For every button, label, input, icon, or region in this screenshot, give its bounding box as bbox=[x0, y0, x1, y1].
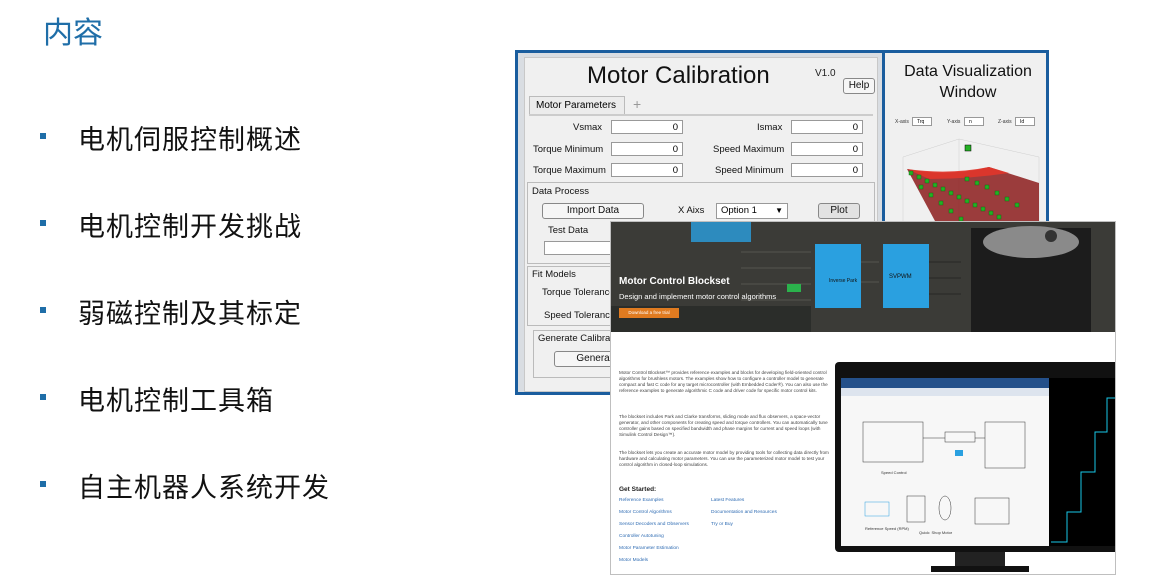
version-label: V1.0 bbox=[815, 68, 836, 79]
svpwm-label: SVPWM bbox=[889, 274, 912, 280]
torque-max-field[interactable]: 0 bbox=[611, 163, 683, 177]
torque-min-label: Torque Minimum bbox=[533, 144, 604, 155]
viz-x-axis-select[interactable]: Trq bbox=[912, 117, 932, 126]
monitor-image: Speed Control Reference Speed (RPM) Quic… bbox=[835, 362, 1115, 572]
slide-title: 内容 bbox=[43, 16, 103, 51]
speed-min-field[interactable]: 0 bbox=[791, 163, 863, 177]
link-documentation[interactable]: Documentation and Resources bbox=[711, 510, 777, 515]
hero-subtitle: Design and implement motor control algor… bbox=[619, 292, 777, 301]
agenda-item: 电机控制开发挑战 bbox=[40, 205, 330, 292]
free-trial-button[interactable]: Download a free trial bbox=[619, 308, 679, 318]
agenda-item: 自主机器人系统开发 bbox=[40, 466, 330, 553]
hero-title: Motor Control Blockset bbox=[619, 276, 730, 287]
tab-strip bbox=[529, 114, 873, 116]
chevron-down-icon: ▼ bbox=[775, 206, 783, 215]
link-sensor-decoders[interactable]: Sensor Decoders and Observers bbox=[619, 522, 689, 527]
help-button[interactable]: Help bbox=[843, 78, 875, 94]
x-axis-select[interactable]: Option 1 ▼ bbox=[716, 203, 788, 219]
viz-title: Data Visualization Window bbox=[904, 63, 1032, 101]
vsmax-label: Vsmax bbox=[573, 122, 603, 133]
link-motor-parameter-estimation[interactable]: Motor Parameter Estimation bbox=[619, 546, 679, 551]
agenda-item: 电机伺服控制概述 bbox=[40, 118, 330, 205]
torque-max-label: Torque Maximum bbox=[533, 165, 606, 176]
reference-speed-label: Reference Speed (RPM) bbox=[865, 526, 909, 531]
viz-z-axis-select[interactable]: Id bbox=[1015, 117, 1035, 126]
app-title: Motor Calibration bbox=[587, 62, 770, 89]
link-try-or-buy[interactable]: Try or Buy bbox=[711, 522, 733, 527]
test-data-field[interactable] bbox=[544, 241, 614, 255]
agenda-item-label: 电机控制开发挑战 bbox=[78, 212, 302, 243]
description-paragraph-3: The blockset lets you create an accurate… bbox=[619, 450, 829, 467]
agenda-list: 电机伺服控制概述 电机控制开发挑战 弱磁控制及其标定 电机控制工具箱 自主机器人… bbox=[40, 118, 330, 553]
agenda-item-label: 电机控制工具箱 bbox=[78, 386, 274, 417]
fit-models-title: Fit Models bbox=[532, 269, 576, 280]
speed-min-label: Speed Minimum bbox=[715, 165, 784, 176]
agenda-item: 电机控制工具箱 bbox=[40, 379, 330, 466]
bullet-icon bbox=[40, 133, 46, 139]
link-controller-autotuning[interactable]: Controller Autotuning bbox=[619, 534, 664, 539]
blockset-webpage: Inverse Park SVPWM Motor Control Blockse… bbox=[610, 221, 1116, 575]
vsmax-field[interactable]: 0 bbox=[611, 120, 683, 134]
add-tab-icon[interactable]: + bbox=[633, 96, 641, 112]
import-data-button[interactable]: Import Data bbox=[542, 203, 644, 219]
description-paragraph-2: The blockset includes Park and Clarke tr… bbox=[619, 414, 828, 437]
test-data-label: Test Data bbox=[548, 225, 589, 236]
x-axis-label: X Aixs bbox=[678, 205, 705, 216]
link-reference-examples[interactable]: Reference Examples bbox=[619, 498, 664, 503]
bullet-icon bbox=[40, 220, 46, 226]
agenda-item-label: 弱磁控制及其标定 bbox=[78, 299, 302, 330]
plot-button[interactable]: Plot bbox=[818, 203, 860, 219]
agenda-item-label: 电机伺服控制概述 bbox=[78, 125, 302, 156]
plant-label: Quick: Shop Motor bbox=[919, 530, 953, 535]
x-axis-select-label: X-axis bbox=[895, 119, 909, 125]
bullet-icon bbox=[40, 307, 46, 313]
data-process-title: Data Process bbox=[532, 186, 590, 197]
hero-banner: Inverse Park SVPWM Motor Control Blockse… bbox=[611, 222, 1115, 332]
z-axis-select-label: Z-axis bbox=[998, 119, 1012, 125]
agenda-item-label: 自主机器人系统开发 bbox=[78, 473, 330, 504]
tab-motor-parameters[interactable]: Motor Parameters bbox=[529, 96, 625, 114]
description-paragraph-1: Motor Control Blockset™ provides referen… bbox=[619, 370, 828, 393]
link-motor-models[interactable]: Motor Models bbox=[619, 558, 648, 563]
speed-max-label: Speed Maximum bbox=[713, 144, 785, 155]
torque-tolerance-label: Torque Tolerance bbox=[542, 287, 615, 298]
get-started-heading: Get Started: bbox=[619, 486, 657, 493]
bullet-icon bbox=[40, 394, 46, 400]
viz-y-axis-select[interactable]: n bbox=[964, 117, 984, 126]
link-latest-features[interactable]: Latest Features bbox=[711, 498, 744, 503]
agenda-item: 弱磁控制及其标定 bbox=[40, 292, 330, 379]
inverse-park-label: Inverse Park bbox=[829, 278, 858, 284]
torque-min-field[interactable]: 0 bbox=[611, 142, 683, 156]
x-axis-value: Option 1 bbox=[721, 205, 757, 216]
link-motor-control-algorithms[interactable]: Motor Control Algorithms bbox=[619, 510, 672, 515]
bullet-icon bbox=[40, 481, 46, 487]
speed-tolerance-label: Speed Tolerance bbox=[544, 310, 616, 321]
y-axis-select-label: Y-axis bbox=[947, 119, 961, 125]
speed-control-label: Speed Control bbox=[881, 470, 907, 475]
ismax-label: Ismax bbox=[757, 122, 783, 133]
ismax-field[interactable]: 0 bbox=[791, 120, 863, 134]
speed-max-field[interactable]: 0 bbox=[791, 142, 863, 156]
